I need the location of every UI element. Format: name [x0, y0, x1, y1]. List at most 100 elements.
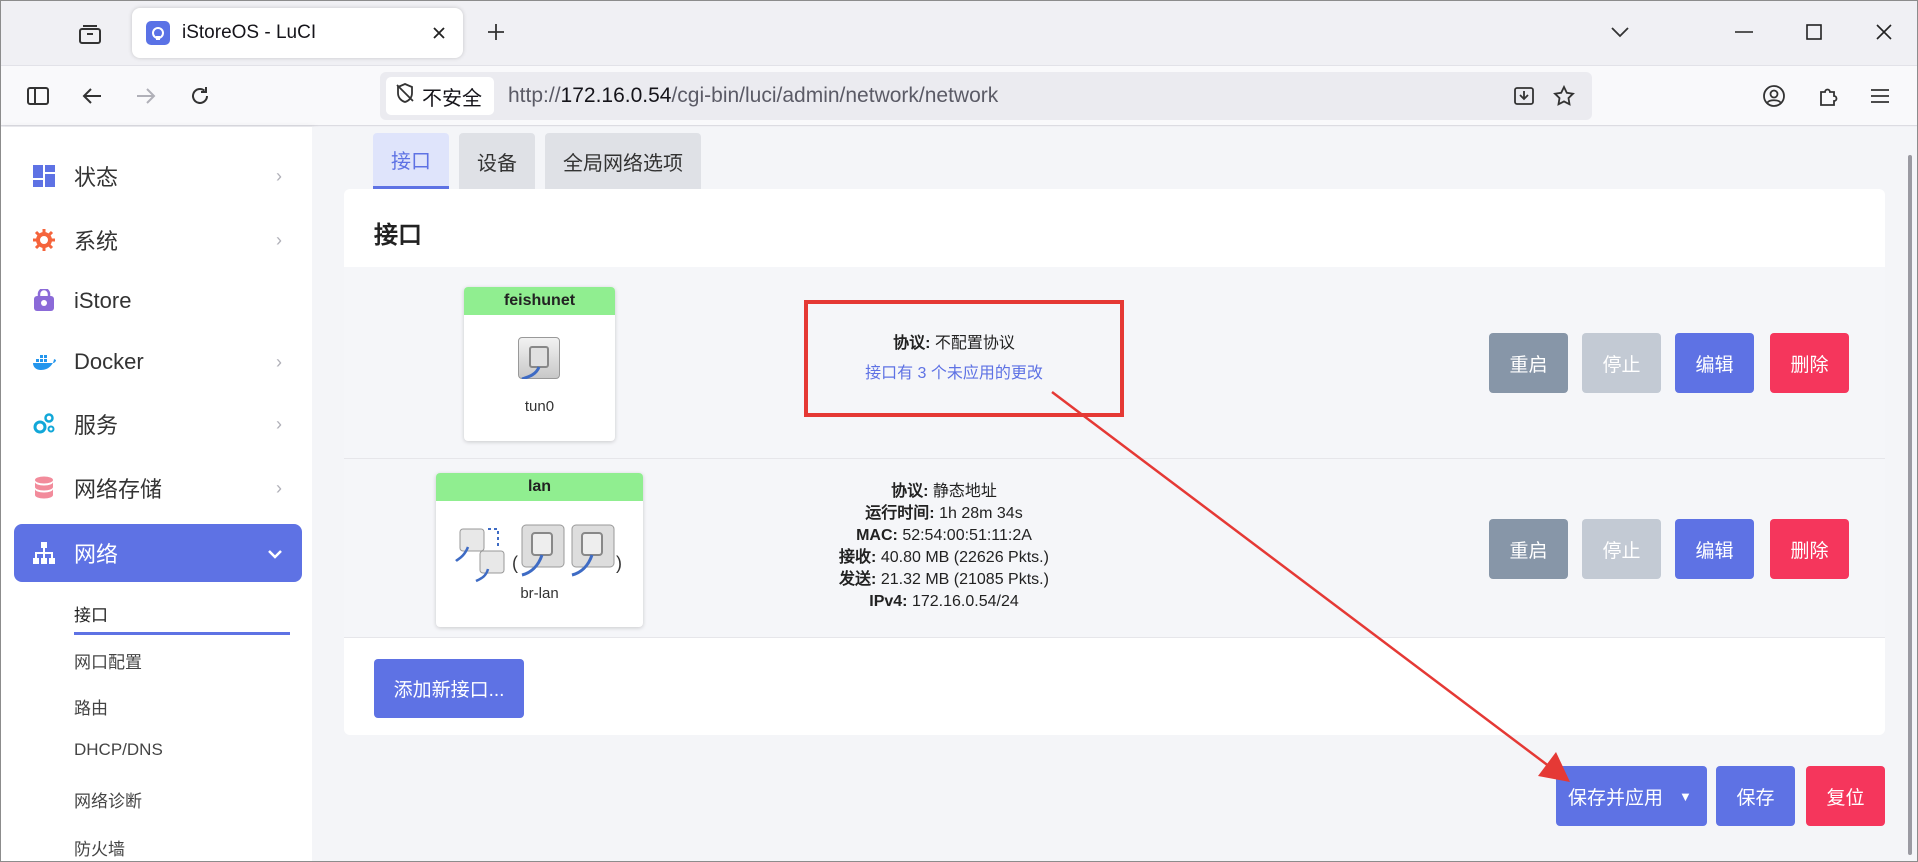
maximize-icon[interactable] [1786, 10, 1842, 54]
panel-title: 接口 [374, 222, 422, 249]
tab-list-icon[interactable] [72, 16, 108, 52]
save-page-icon[interactable] [1504, 76, 1544, 116]
save-and-apply-button[interactable]: 保存并应用 ▼ [1556, 766, 1707, 826]
reset-button[interactable]: 复位 [1806, 766, 1885, 826]
protocol-label: 协议: [891, 483, 929, 500]
sidebar-item-system[interactable]: 系统 › [14, 211, 302, 269]
tab-title: iStoreOS - LuCI [182, 22, 317, 43]
bridge-ports-icon: ( ) [455, 524, 622, 583]
tab-overflow-chevron-icon[interactable] [1592, 10, 1648, 54]
close-tab-icon[interactable] [421, 15, 457, 51]
luci-sidebar: 状态 › 系统 › iStore Docker › 服务 › 网络存储 › 网络… [0, 127, 313, 862]
edit-button[interactable]: 编辑 [1675, 333, 1754, 393]
add-interface-button[interactable]: 添加新接口... [374, 659, 524, 718]
chevron-right-icon: › [276, 477, 282, 498]
stop-button[interactable]: 停止 [1582, 519, 1661, 579]
interface-info-feishunet: 协议: 不配置协议 接口有 3 个未应用的更改 [804, 333, 1104, 385]
protocol-value: 静态地址 [932, 483, 997, 500]
chevron-right-icon: › [276, 413, 282, 434]
reload-icon[interactable] [180, 76, 220, 116]
chevron-right-icon: › [276, 165, 282, 186]
extensions-puzzle-icon[interactable] [1808, 76, 1848, 116]
submenu-interfaces[interactable]: 接口 [74, 601, 108, 626]
tab-interfaces[interactable]: 接口 [373, 133, 449, 189]
sidebar-item-istore[interactable]: iStore [14, 272, 302, 330]
submenu-port-config[interactable]: 网口配置 [74, 648, 142, 673]
bookmark-star-icon[interactable] [1544, 76, 1584, 116]
sidebar-item-docker[interactable]: Docker › [14, 333, 302, 391]
mac-value: 52:54:00:51:11:2A [902, 527, 1032, 544]
stop-button[interactable]: 停止 [1582, 333, 1661, 393]
browser-tab[interactable]: iStoreOS - LuCI [132, 8, 463, 58]
sidebar-label-istore: iStore [74, 288, 132, 313]
scrollbar-thumb[interactable] [1908, 155, 1912, 855]
sidebar-label-docker: Docker [74, 349, 144, 374]
address-bar[interactable]: 不安全 http://172.16.0.54/cgi-bin/luci/admi… [380, 72, 1592, 120]
tab-devices[interactable]: 设备 [459, 133, 535, 189]
interface-info-lan: 协议: 静态地址 运行时间: 1h 28m 34s MAC: 52:54:00:… [744, 481, 1144, 613]
browser-titlebar: iStoreOS - LuCI [0, 0, 1918, 66]
new-tab-plus-icon[interactable] [478, 14, 514, 50]
forward-arrow-icon[interactable] [126, 76, 166, 116]
store-bag-icon [30, 287, 58, 315]
interfaces-panel: 接口 feishunet tun0 协议: 不配置协议 接口有 3 个未应用的更… [344, 189, 1885, 735]
svg-text:(: ( [512, 553, 518, 573]
sidebar-item-network[interactable]: 网络 [14, 524, 302, 582]
interface-name: lan [436, 473, 643, 501]
save-button[interactable]: 保存 [1716, 766, 1795, 826]
uptime-label: 运行时间: [865, 505, 935, 522]
chevron-down-icon [268, 543, 282, 564]
minimize-icon[interactable] [1716, 10, 1772, 54]
tab-global-options[interactable]: 全局网络选项 [545, 133, 701, 189]
sidebar-toggle-icon[interactable] [18, 76, 58, 116]
interface-row-feishunet: feishunet tun0 协议: 不配置协议 接口有 3 个未应用的更改 重… [344, 267, 1885, 459]
services-gears-icon [30, 410, 58, 438]
istore-favicon-icon [146, 21, 170, 45]
submenu-dhcp-dns[interactable]: DHCP/DNS [74, 740, 163, 760]
sidebar-item-services[interactable]: 服务 › [14, 395, 302, 453]
protocol-value: 不配置协议 [934, 335, 1015, 352]
back-arrow-icon[interactable] [72, 76, 112, 116]
page-scrollbar[interactable] [1906, 127, 1916, 862]
close-window-icon[interactable] [1856, 10, 1912, 54]
interface-device: tun0 [524, 398, 555, 415]
svg-text:): ) [616, 553, 622, 573]
interface-device: br-lan [520, 585, 559, 602]
interface-row-lan: lan ( ) br-lan 协议: 静态地址 运行时间: 1h 28m 34s [344, 459, 1885, 638]
delete-button[interactable]: 删除 [1770, 333, 1849, 393]
pending-changes-note[interactable]: 接口有 3 个未应用的更改 [804, 363, 1104, 385]
submenu-firewall[interactable]: 防火墙 [74, 835, 125, 860]
gear-icon [30, 226, 58, 254]
restart-button[interactable]: 重启 [1489, 519, 1568, 579]
security-indicator[interactable]: 不安全 [386, 77, 494, 115]
docker-icon [30, 348, 58, 376]
submenu-routes[interactable]: 路由 [74, 694, 108, 719]
tx-value: 21.32 MB (21085 Pkts.) [880, 571, 1049, 588]
sidebar-label-storage: 网络存储 [74, 477, 163, 502]
sidebar-label-network: 网络 [74, 542, 119, 567]
network-tree-icon [30, 539, 58, 567]
protocol-label: 协议: [893, 335, 931, 352]
ipv4-label: IPv4: [869, 593, 908, 610]
url-host: 172.16.0.54 [560, 84, 672, 107]
url-scheme: http:// [508, 84, 561, 107]
interface-badge-lan: lan ( ) br-lan [436, 473, 643, 627]
url-text[interactable]: http://172.16.0.54/cgi-bin/luci/admin/ne… [508, 84, 1504, 108]
sidebar-item-storage[interactable]: 网络存储 › [14, 459, 302, 517]
submenu-diagnostics[interactable]: 网络诊断 [74, 787, 142, 812]
edit-button[interactable]: 编辑 [1675, 519, 1754, 579]
dropdown-caret-icon[interactable]: ▼ [1679, 789, 1692, 804]
account-icon[interactable] [1754, 76, 1794, 116]
interface-name: feishunet [464, 287, 615, 315]
restart-button[interactable]: 重启 [1489, 333, 1568, 393]
delete-button[interactable]: 删除 [1770, 519, 1849, 579]
rx-label: 接收: [839, 549, 877, 566]
sidebar-label-services: 服务 [74, 413, 119, 438]
menu-hamburger-icon[interactable] [1860, 76, 1900, 116]
ipv4-value: 172.16.0.54/24 [911, 593, 1019, 610]
interface-badge-feishunet: feishunet tun0 [464, 287, 615, 441]
active-submenu-indicator [74, 632, 290, 635]
shield-slash-icon [394, 82, 416, 110]
chevron-right-icon: › [276, 351, 282, 372]
sidebar-item-status[interactable]: 状态 › [14, 147, 302, 205]
